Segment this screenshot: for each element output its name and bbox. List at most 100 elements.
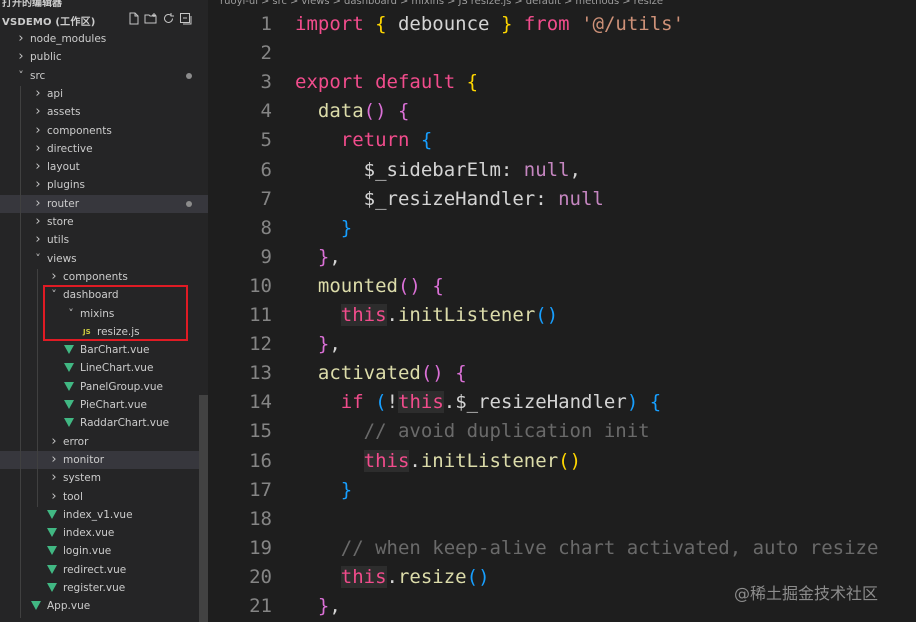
breadcrumb-item[interactable]: dashboard xyxy=(344,0,397,7)
code-line[interactable]: if (!this.$_resizeHandler) { xyxy=(295,388,661,417)
code-line[interactable]: export default { xyxy=(295,68,478,97)
vue-file-icon xyxy=(47,546,57,556)
code-editor[interactable]: 1 import { debounce } from '@/utils' 2 3 exp… xyxy=(208,0,916,622)
chevron-right-icon[interactable]: › xyxy=(16,48,26,66)
code-token: { xyxy=(420,129,433,152)
breadcrumb-item[interactable]: default xyxy=(526,0,561,7)
breadcrumb-item[interactable]: views xyxy=(301,0,329,7)
code-token: { xyxy=(432,274,444,297)
open-editors-title[interactable]: 打开的编辑器 xyxy=(2,0,62,9)
chevron-right-icon[interactable]: › xyxy=(49,488,59,506)
chevron-right-icon[interactable]: › xyxy=(33,158,43,176)
chevron-right-icon[interactable]: › xyxy=(33,213,43,231)
tree-item[interactable]: › tool xyxy=(0,488,208,506)
code-line[interactable]: this.initListener() xyxy=(295,447,581,476)
tree-item[interactable]: › api xyxy=(0,85,208,103)
breadcrumb-item[interactable]: mixins xyxy=(411,0,444,7)
tree-item[interactable]: › public xyxy=(0,48,208,66)
chevron-right-icon[interactable]: › xyxy=(33,85,43,103)
code-token: $_resizeHandler: xyxy=(295,187,559,210)
code-line[interactable]: return { xyxy=(295,126,433,155)
code-line[interactable]: data() { xyxy=(295,97,410,126)
tree-item-label: src xyxy=(30,69,46,82)
tree-item[interactable]: ˅ src xyxy=(0,67,208,85)
tree-item[interactable]: › layout xyxy=(0,158,208,176)
breadcrumb-item[interactable]: resize.js xyxy=(471,0,512,7)
chevron-right-icon[interactable]: › xyxy=(33,231,43,249)
chevron-right-icon[interactable]: › xyxy=(33,140,43,158)
tree-item[interactable]: redirect.vue xyxy=(0,561,208,579)
code-line[interactable]: // when keep-alive chart activated, auto… xyxy=(295,534,879,563)
tree-item[interactable]: PanelGroup.vue xyxy=(0,378,208,396)
code-token: () xyxy=(420,362,444,385)
chevron-down-icon[interactable]: ˅ xyxy=(16,67,26,85)
code-line[interactable]: // avoid duplication init xyxy=(295,417,650,446)
breadcrumb-item[interactable]: ruoyi-ui xyxy=(220,0,258,7)
tree-item[interactable]: › node_modules xyxy=(0,30,208,48)
tree-item[interactable]: login.vue xyxy=(0,542,208,560)
code-line[interactable]: } xyxy=(295,476,352,505)
code-line[interactable]: mounted() { xyxy=(295,272,444,301)
workspace-title[interactable]: VSDEMO (工作区) xyxy=(2,13,96,28)
tree-item[interactable]: › router xyxy=(0,194,208,213)
chevron-right-icon[interactable]: › xyxy=(49,433,59,451)
tree-item[interactable]: BarChart.vue xyxy=(0,341,208,359)
vue-file-icon xyxy=(47,564,57,574)
tree-item[interactable]: RaddarChart.vue xyxy=(0,414,208,432)
tree-item[interactable]: register.vue xyxy=(0,579,208,597)
tree-item[interactable]: › monitor xyxy=(0,450,208,469)
code-line[interactable]: $_resizeHandler: null xyxy=(295,185,604,214)
code-line[interactable]: }, xyxy=(295,243,341,272)
new-file-icon[interactable] xyxy=(128,12,140,25)
chevron-right-icon[interactable]: › xyxy=(33,122,43,140)
code-line[interactable]: this.resize() xyxy=(295,563,490,592)
line-number: 21 xyxy=(249,595,272,617)
breadcrumb-item[interactable]: JS xyxy=(458,0,467,7)
code-line[interactable]: activated() { xyxy=(295,359,467,388)
tree-item[interactable]: ˅ views xyxy=(0,250,208,268)
tree-item[interactable]: index.vue xyxy=(0,524,208,542)
tree-item-label: plugins xyxy=(47,179,85,192)
vue-file-icon xyxy=(31,601,41,611)
line-number: 19 xyxy=(249,536,272,559)
code-line[interactable]: } xyxy=(295,214,352,243)
tree-item[interactable]: LineChart.vue xyxy=(0,359,208,377)
chevron-right-icon[interactable]: › xyxy=(33,195,43,213)
tree-item[interactable]: › store xyxy=(0,213,208,231)
chevron-right-icon[interactable]: › xyxy=(49,451,59,469)
collapse-all-icon[interactable] xyxy=(179,12,192,25)
chevron-down-icon[interactable]: ˅ xyxy=(33,250,43,268)
tree-item[interactable]: › assets xyxy=(0,103,208,121)
chevron-right-icon[interactable]: › xyxy=(49,469,59,487)
code-line[interactable]: }, xyxy=(295,330,341,359)
tree-item-label: router xyxy=(47,197,80,210)
breadcrumb-item[interactable]: src xyxy=(272,0,287,7)
code-token: null xyxy=(558,187,604,210)
tree-item[interactable]: › components xyxy=(0,268,208,286)
code-line[interactable]: }, xyxy=(295,592,341,621)
code-line[interactable]: $_sidebarElm: null, xyxy=(295,156,581,185)
tree-item[interactable]: PieChart.vue xyxy=(0,396,208,414)
new-folder-icon[interactable] xyxy=(144,12,158,25)
tree-item[interactable]: App.vue xyxy=(0,597,208,615)
chevron-right-icon[interactable]: › xyxy=(33,176,43,194)
code-line[interactable]: import { debounce } from '@/utils' xyxy=(295,10,684,39)
chevron-right-icon[interactable]: › xyxy=(49,268,59,286)
code-token: $_sidebarElm: xyxy=(295,158,524,181)
code-line[interactable]: this.initListener() xyxy=(295,301,558,330)
chevron-right-icon[interactable]: › xyxy=(16,30,26,48)
tree-item[interactable]: › directive xyxy=(0,140,208,158)
breadcrumb-item[interactable]: methods xyxy=(575,0,619,7)
tree-item[interactable]: › system xyxy=(0,469,208,487)
tree-item-label: store xyxy=(47,216,74,228)
tree-item[interactable]: › utils xyxy=(0,231,208,249)
refresh-icon[interactable] xyxy=(162,12,175,25)
tree-item[interactable]: › error xyxy=(0,433,208,451)
sidebar-scrollbar[interactable] xyxy=(199,395,208,622)
tree-item[interactable]: › components xyxy=(0,122,208,140)
chevron-right-icon[interactable]: › xyxy=(33,103,43,121)
tree-item[interactable]: › plugins xyxy=(0,176,208,194)
tree-item[interactable]: index_v1.vue xyxy=(0,506,208,524)
breadcrumb-item[interactable]: resize xyxy=(634,0,663,7)
